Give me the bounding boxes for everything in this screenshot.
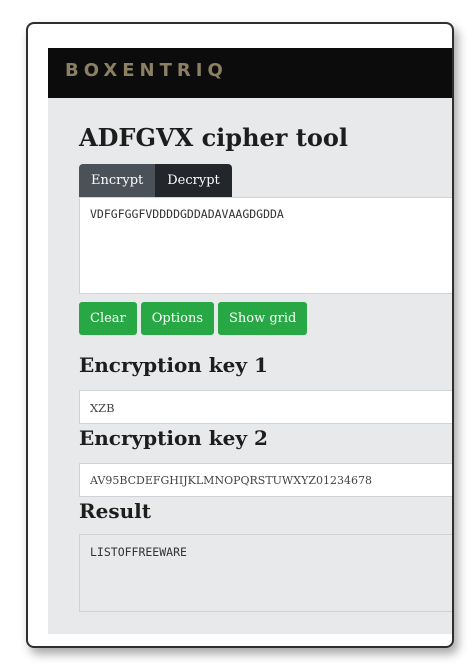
key1-input[interactable]: XZB [79,390,452,424]
key1-label: Encryption key 1 [79,353,268,377]
clear-button[interactable]: Clear [79,302,137,335]
options-button[interactable]: Options [140,302,214,335]
top-navbar: BOXENTRIQ [48,48,452,98]
page-title: ADFGVX cipher tool [79,123,349,152]
show-grid-button[interactable]: Show grid [218,302,308,335]
main-content: ADFGVX cipher tool Encrypt Decrypt VDFGF… [48,98,452,634]
tab-encrypt[interactable]: Encrypt [79,164,156,197]
key2-label: Encryption key 2 [79,426,268,450]
brand-logo[interactable]: BOXENTRIQ [65,60,228,81]
tab-decrypt[interactable]: Decrypt [155,164,232,197]
result-output[interactable]: LISTOFFREEWARE [79,534,452,612]
input-textarea[interactable]: VDFGFGGFVDDDDGDDADAVAAGDGDDA [79,197,452,294]
screenshot-frame: BOXENTRIQ ADFGVX cipher tool Encrypt Dec… [26,22,454,648]
result-label: Result [79,499,151,523]
action-buttons: Clear Options Show grid [79,302,308,335]
mode-tabs: Encrypt Decrypt [79,164,232,197]
key2-input[interactable]: AV95BCDEFGHIJKLMNOPQRSTUWXYZ01234678 [79,463,452,497]
